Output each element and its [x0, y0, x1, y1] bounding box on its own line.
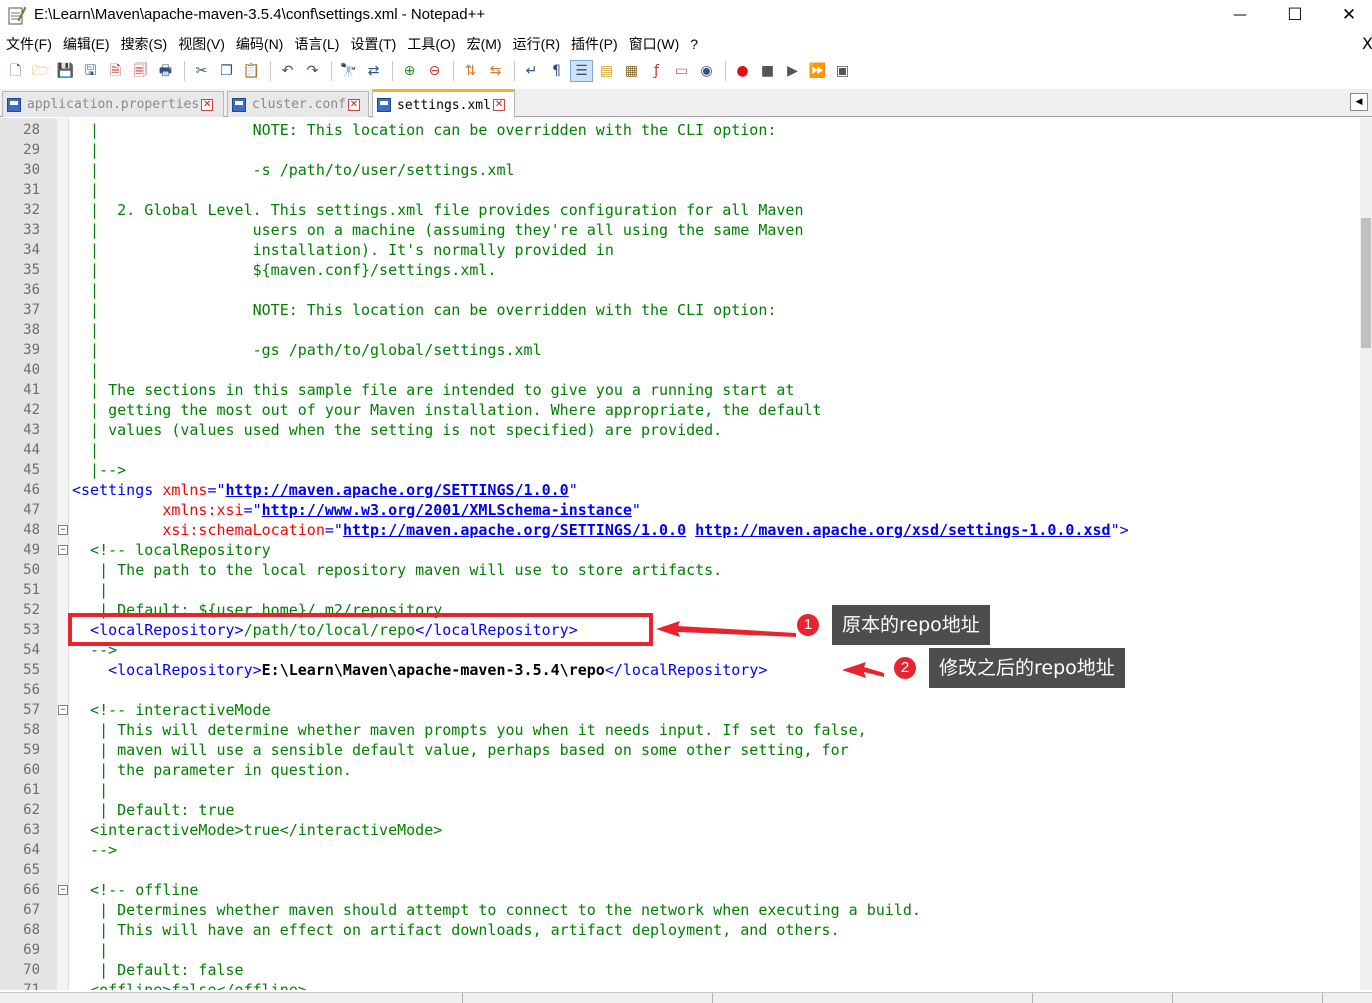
annotation-arrows: [656, 621, 884, 678]
callout-original-repo: 原本的repo地址: [832, 605, 990, 645]
callout-modified-repo: 修改之后的repo地址: [929, 648, 1125, 688]
arrow-to-original-repo: [656, 621, 796, 637]
callout-number-1: 1: [795, 612, 821, 638]
arrow-to-modified-repo: [842, 662, 884, 678]
callout-number-2: 2: [892, 655, 918, 681]
